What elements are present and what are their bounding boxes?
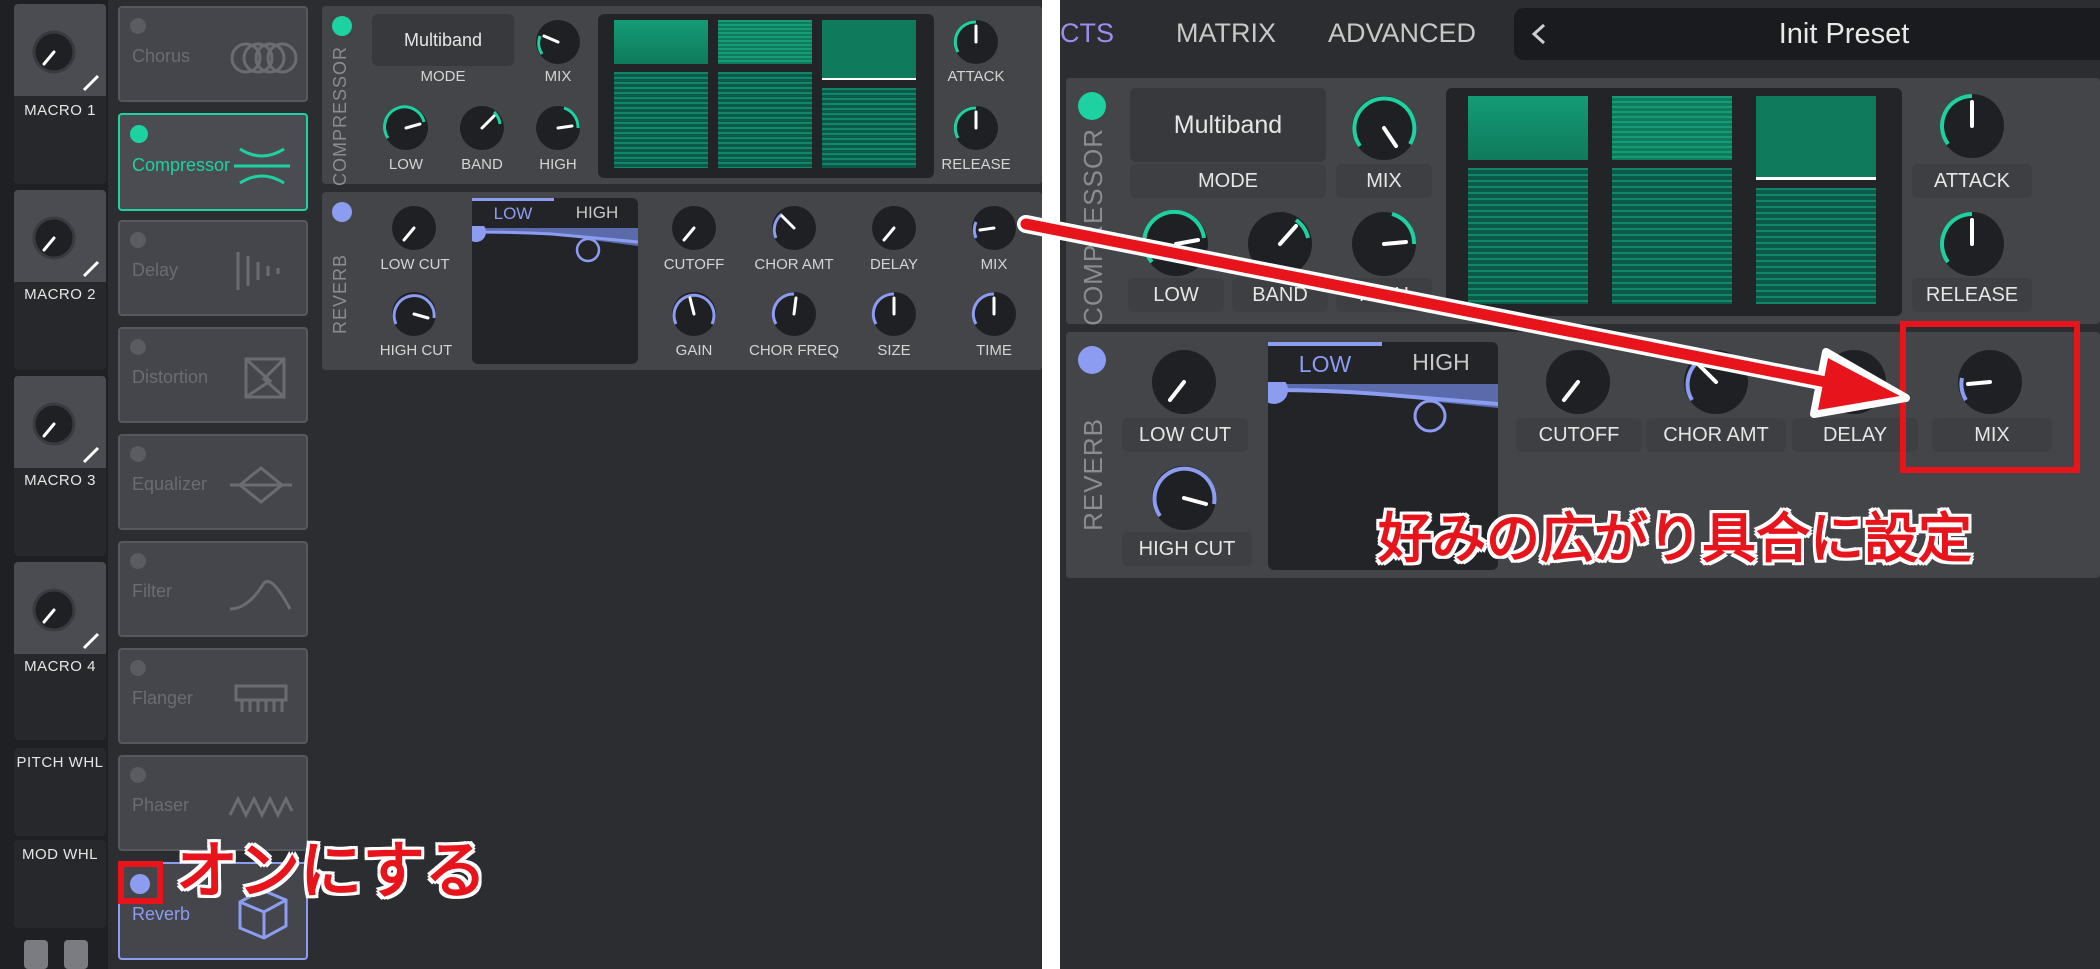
annotation-arrow xyxy=(1017,215,1910,418)
